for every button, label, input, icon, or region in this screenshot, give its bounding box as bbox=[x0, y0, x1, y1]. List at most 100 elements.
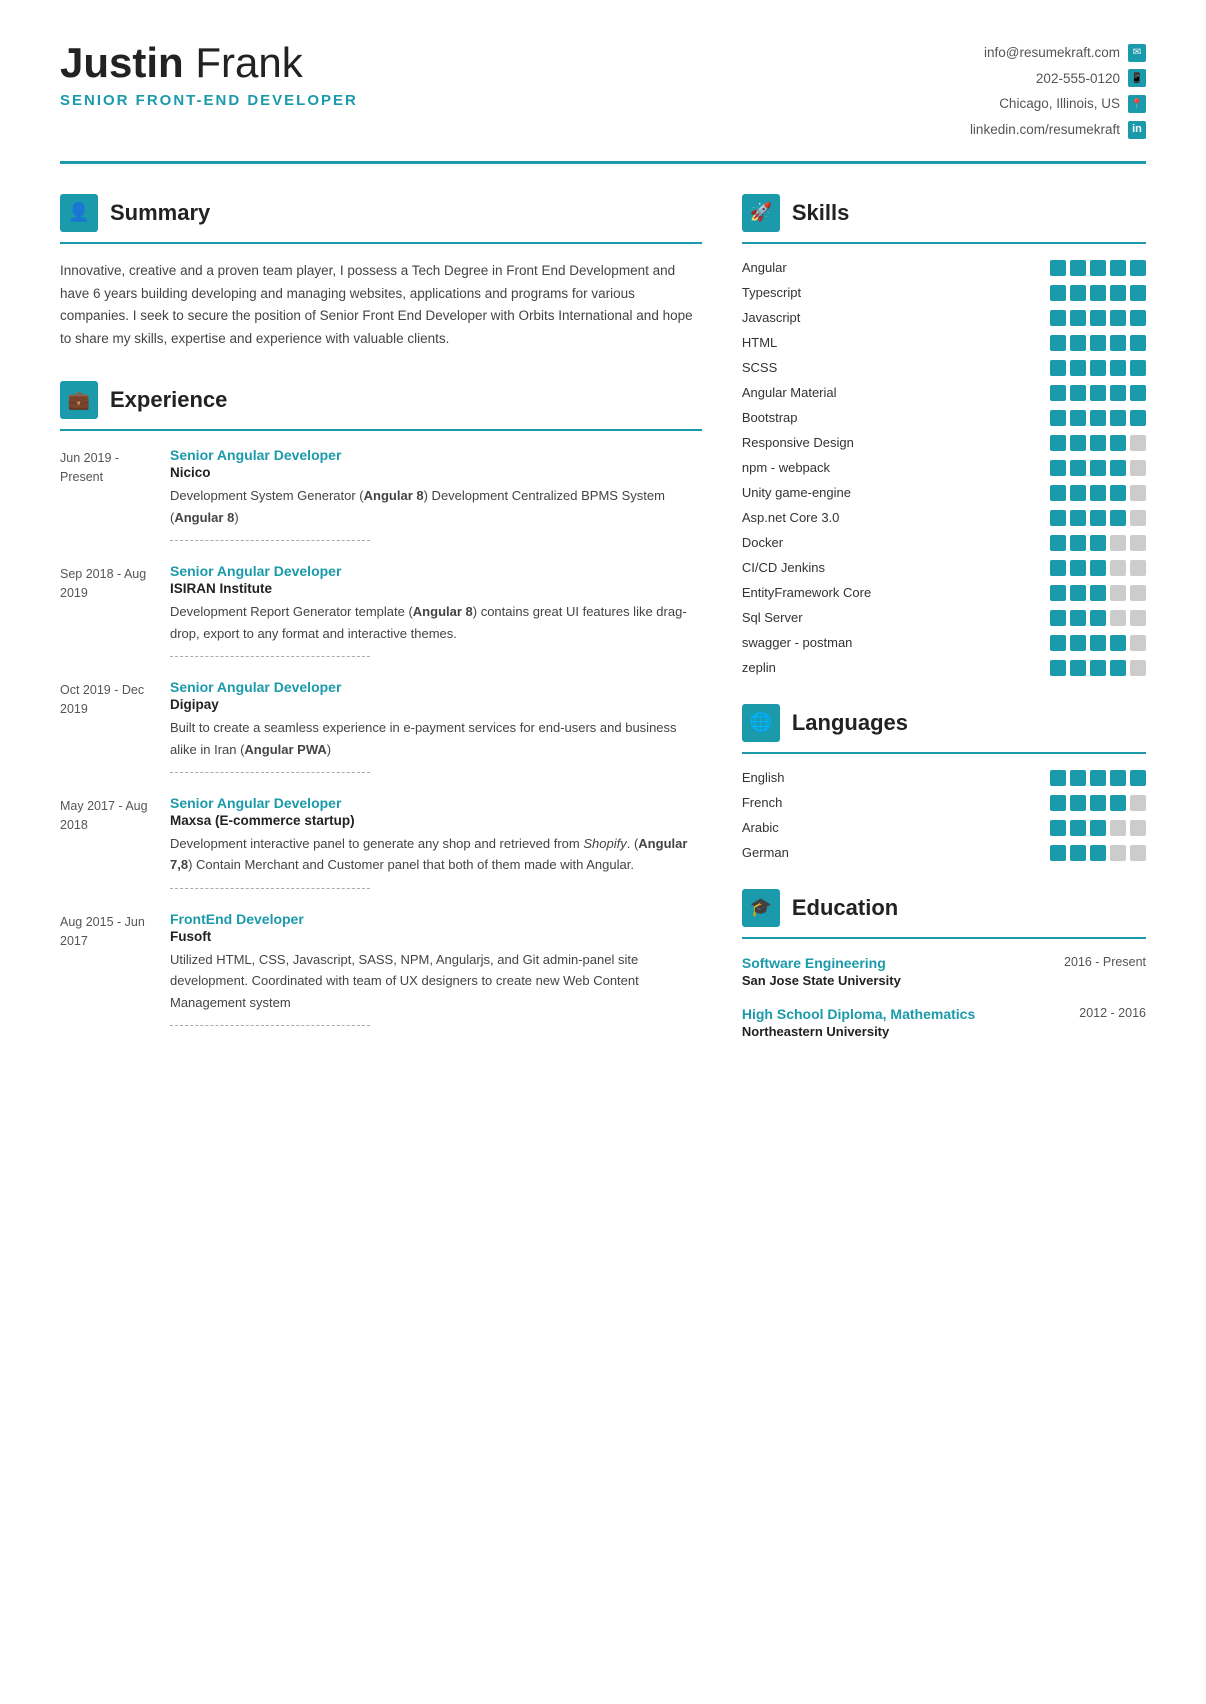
skill-row: Typescript bbox=[742, 285, 1146, 301]
dot-empty bbox=[1110, 610, 1126, 626]
dot-filled bbox=[1110, 310, 1126, 326]
skills-divider bbox=[742, 242, 1146, 244]
header-right: info@resumekraft.com ✉ 202-555-0120 📱 Ch… bbox=[970, 40, 1146, 143]
skill-name: npm - webpack bbox=[742, 460, 1050, 475]
skill-dots bbox=[1050, 535, 1146, 551]
phone-row: 202-555-0120 📱 bbox=[970, 66, 1146, 92]
exp-content: Senior Angular Developer Nicico Developm… bbox=[170, 447, 702, 541]
dot-filled bbox=[1130, 410, 1146, 426]
education-divider bbox=[742, 937, 1146, 939]
dot-empty bbox=[1130, 610, 1146, 626]
skill-name: German bbox=[742, 845, 1050, 860]
summary-icon: 👤 bbox=[60, 194, 98, 232]
phone-icon: 📱 bbox=[1128, 69, 1146, 87]
languages-list: EnglishFrenchArabicGerman bbox=[742, 770, 1146, 861]
dot-empty bbox=[1130, 845, 1146, 861]
skill-name: Bootstrap bbox=[742, 410, 1050, 425]
dot-filled bbox=[1110, 660, 1126, 676]
skill-dots bbox=[1050, 310, 1146, 326]
experience-title: Experience bbox=[110, 387, 227, 413]
edu-header-row: Software Engineering 2016 - Present bbox=[742, 955, 1146, 973]
skill-dots bbox=[1050, 845, 1146, 861]
skill-row: Arabic bbox=[742, 820, 1146, 836]
phone-text: 202-555-0120 bbox=[1036, 66, 1120, 92]
exp-job-title: FrontEnd Developer bbox=[170, 911, 702, 927]
exp-desc: Development System Generator (Angular 8)… bbox=[170, 485, 702, 528]
exp-job-title: Senior Angular Developer bbox=[170, 679, 702, 695]
dot-filled bbox=[1050, 535, 1066, 551]
last-name: Frank bbox=[195, 39, 302, 86]
dot-empty bbox=[1130, 795, 1146, 811]
full-name: Justin Frank bbox=[60, 40, 358, 86]
dot-filled bbox=[1070, 560, 1086, 576]
skills-icon: 🚀 bbox=[742, 194, 780, 232]
dot-filled bbox=[1090, 335, 1106, 351]
experience-item: Sep 2018 - Aug 2019 Senior Angular Devel… bbox=[60, 563, 702, 657]
dot-filled bbox=[1070, 585, 1086, 601]
dot-filled bbox=[1090, 635, 1106, 651]
dot-filled bbox=[1070, 510, 1086, 526]
exp-content: Senior Angular Developer ISIRAN Institut… bbox=[170, 563, 702, 657]
skill-row: Unity game-engine bbox=[742, 485, 1146, 501]
skill-row: Asp.net Core 3.0 bbox=[742, 510, 1146, 526]
languages-header: 🌐 Languages bbox=[742, 704, 1146, 742]
dot-filled bbox=[1070, 485, 1086, 501]
dot-filled bbox=[1050, 285, 1066, 301]
skills-list: AngularTypescriptJavascriptHTMLSCSSAngul… bbox=[742, 260, 1146, 676]
dot-filled bbox=[1110, 410, 1126, 426]
summary-title: Summary bbox=[110, 200, 210, 226]
skill-dots bbox=[1050, 260, 1146, 276]
dot-empty bbox=[1130, 660, 1146, 676]
exp-content: Senior Angular Developer Maxsa (E-commer… bbox=[170, 795, 702, 889]
education-header: 🎓 Education bbox=[742, 889, 1146, 927]
experience-item: Aug 2015 - Jun 2017 FrontEnd Developer F… bbox=[60, 911, 702, 1026]
skill-name: Typescript bbox=[742, 285, 1050, 300]
dot-filled bbox=[1090, 845, 1106, 861]
skill-name: Asp.net Core 3.0 bbox=[742, 510, 1050, 525]
skill-row: English bbox=[742, 770, 1146, 786]
dot-filled bbox=[1090, 610, 1106, 626]
email-text: info@resumekraft.com bbox=[984, 40, 1120, 66]
exp-separator bbox=[170, 1025, 370, 1026]
languages-divider bbox=[742, 752, 1146, 754]
exp-desc: Built to create a seamless experience in… bbox=[170, 717, 702, 760]
dot-filled bbox=[1050, 560, 1066, 576]
skill-row: Responsive Design bbox=[742, 435, 1146, 451]
dot-filled bbox=[1070, 435, 1086, 451]
dot-filled bbox=[1070, 385, 1086, 401]
skill-name: swagger - postman bbox=[742, 635, 1050, 650]
dot-filled bbox=[1070, 770, 1086, 786]
edu-school: San Jose State University bbox=[742, 973, 1146, 988]
dot-filled bbox=[1090, 770, 1106, 786]
skill-dots bbox=[1050, 360, 1146, 376]
skill-row: zeplin bbox=[742, 660, 1146, 676]
dot-empty bbox=[1130, 435, 1146, 451]
exp-content: FrontEnd Developer Fusoft Utilized HTML,… bbox=[170, 911, 702, 1026]
exp-desc: Utilized HTML, CSS, Javascript, SASS, NP… bbox=[170, 949, 702, 1013]
job-title: SENIOR FRONT-END DEVELOPER bbox=[60, 92, 358, 109]
left-column: 👤 Summary Innovative, creative and a pro… bbox=[60, 194, 702, 1057]
dot-empty bbox=[1130, 820, 1146, 836]
dot-filled bbox=[1050, 660, 1066, 676]
exp-desc: Development Report Generator template (A… bbox=[170, 601, 702, 644]
skill-name: HTML bbox=[742, 335, 1050, 350]
skill-row: swagger - postman bbox=[742, 635, 1146, 651]
dot-filled bbox=[1110, 260, 1126, 276]
skill-name: CI/CD Jenkins bbox=[742, 560, 1050, 575]
linkedin-row: linkedin.com/resumekraft in bbox=[970, 117, 1146, 143]
exp-date: May 2017 - Aug 2018 bbox=[60, 795, 150, 889]
header-left: Justin Frank SENIOR FRONT-END DEVELOPER bbox=[60, 40, 358, 109]
skill-dots bbox=[1050, 335, 1146, 351]
dot-filled bbox=[1110, 770, 1126, 786]
dot-filled bbox=[1090, 410, 1106, 426]
dot-filled bbox=[1130, 770, 1146, 786]
education-title: Education bbox=[792, 895, 898, 921]
dot-filled bbox=[1110, 335, 1126, 351]
dot-filled bbox=[1050, 310, 1066, 326]
dot-filled bbox=[1070, 610, 1086, 626]
dot-filled bbox=[1050, 435, 1066, 451]
dot-filled bbox=[1050, 410, 1066, 426]
dot-filled bbox=[1090, 435, 1106, 451]
dot-filled bbox=[1090, 485, 1106, 501]
skill-name: zeplin bbox=[742, 660, 1050, 675]
